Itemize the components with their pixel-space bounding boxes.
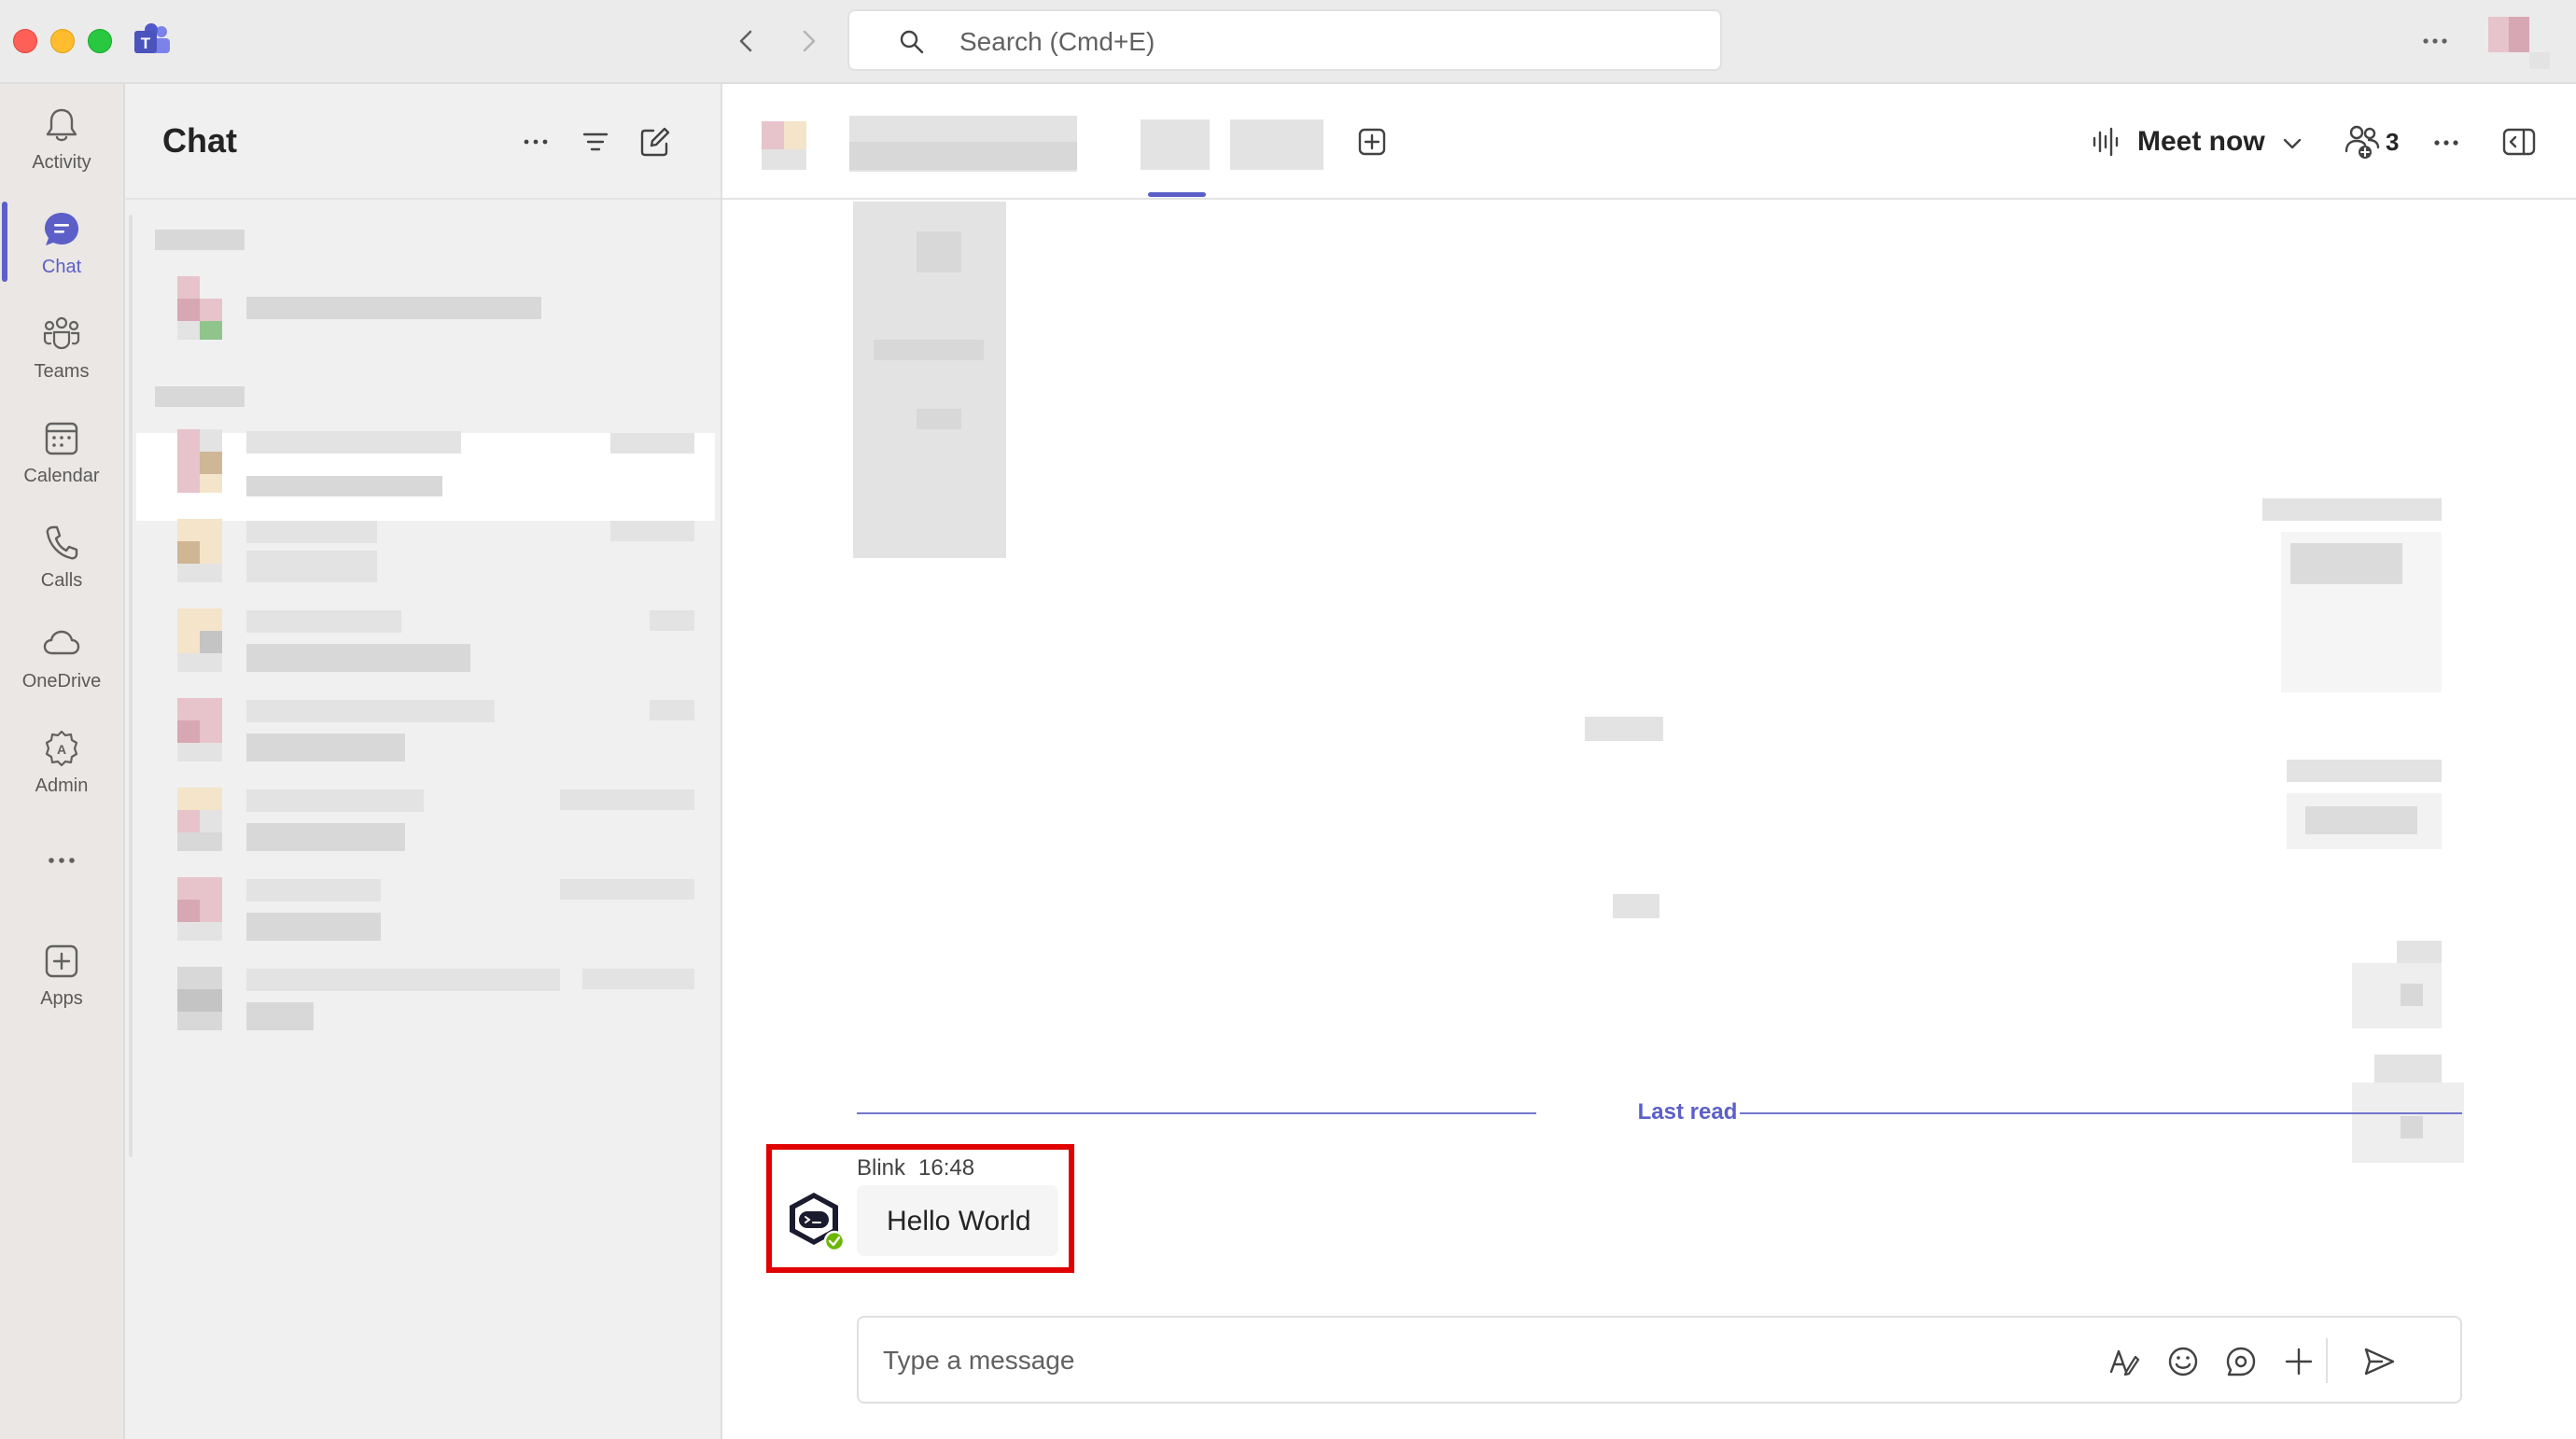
rail-item-admin[interactable]: A Admin <box>0 711 123 814</box>
chat-list-header: Chat <box>125 84 721 200</box>
rail-label-apps: Apps <box>40 988 83 1009</box>
rail-item-chat[interactable]: Chat <box>0 192 123 295</box>
window-zoom-button[interactable] <box>88 29 112 53</box>
chevron-down-icon[interactable] <box>2281 133 2303 155</box>
meet-now-button[interactable]: Meet now <box>2137 125 2265 159</box>
filter-icon[interactable] <box>577 123 614 161</box>
search-icon <box>900 30 924 54</box>
bot-avatar-icon[interactable] <box>782 1189 846 1252</box>
message-text: Hello World <box>887 1206 1031 1236</box>
svg-text:T: T <box>141 35 151 52</box>
teams-logo-icon: T <box>134 23 170 53</box>
chat-icon <box>45 213 78 245</box>
profile-avatar[interactable] <box>2488 17 2550 69</box>
rail-label-teams: Teams <box>34 361 90 382</box>
message-input[interactable] <box>883 1342 2003 1379</box>
phone-icon <box>46 525 78 560</box>
rail-label-calendar: Calendar <box>23 466 100 486</box>
chat-more-options-icon[interactable] <box>517 123 554 161</box>
search-input[interactable]: Search (Cmd+E) <box>847 9 1722 71</box>
message-composer <box>857 1316 2462 1404</box>
cloud-icon <box>43 630 80 655</box>
more-options-icon[interactable] <box>2430 129 2462 157</box>
rail-item-calendar[interactable]: Calendar <box>0 401 123 504</box>
rail-item-calls[interactable]: Calls <box>0 506 123 608</box>
format-icon[interactable] <box>2106 1344 2141 1379</box>
bell-icon <box>46 108 77 142</box>
message-meta: Blink 16:48 <box>857 1155 974 1181</box>
section-label-pinned <box>155 230 245 250</box>
apps-icon <box>45 944 78 978</box>
message-bubble[interactable]: Hello World <box>857 1185 1058 1256</box>
chat-list-scrollbar[interactable] <box>129 215 133 1157</box>
back-arrow-icon[interactable] <box>730 24 763 58</box>
rail-label-chat: Chat <box>41 257 82 277</box>
last-read-divider <box>857 1112 1536 1114</box>
chat-list-title: Chat <box>162 121 237 160</box>
app-rail: Activity Chat Teams Calendar Calls OneDr… <box>0 84 125 1439</box>
window-close-button[interactable] <box>13 29 37 53</box>
forward-arrow-icon[interactable] <box>791 24 825 58</box>
section-label-recent <box>155 386 245 407</box>
rail-label-onedrive: OneDrive <box>21 671 102 692</box>
meet-now-icon <box>2093 127 2119 157</box>
rail-label-admin: Admin <box>35 775 89 796</box>
tab-files[interactable] <box>1230 119 1323 170</box>
rail-label-calls: Calls <box>40 570 83 591</box>
chat-list-pane: Chat <box>125 84 722 1439</box>
window-minimize-button[interactable] <box>50 29 75 53</box>
plus-icon[interactable] <box>2281 1344 2317 1379</box>
more-options-icon[interactable] <box>2421 24 2449 58</box>
svg-text:A: A <box>57 742 66 757</box>
chat-main-pane: Meet now 3 Last read Blink 16:48 Hello W… <box>722 84 2576 1439</box>
side-panel-toggle-icon[interactable] <box>2501 125 2537 159</box>
message-sender[interactable]: Blink <box>857 1155 905 1181</box>
title-bar: T Search (Cmd+E) <box>0 0 2576 84</box>
admin-icon: A <box>45 730 78 767</box>
rail-label-activity: Activity <box>32 152 91 173</box>
calendar-icon <box>45 422 78 455</box>
new-chat-icon[interactable] <box>637 123 674 161</box>
rail-item-onedrive[interactable]: OneDrive <box>0 607 123 709</box>
rail-item-activity[interactable]: Activity <box>0 88 123 190</box>
send-icon[interactable] <box>2361 1344 2397 1379</box>
message-timestamp: 16:48 <box>918 1155 975 1181</box>
rail-item-apps[interactable]: Apps <box>0 924 123 1027</box>
more-icon <box>49 858 75 863</box>
add-tab-icon[interactable] <box>1357 127 1387 157</box>
search-placeholder: Search (Cmd+E) <box>959 27 1155 56</box>
teams-icon <box>43 316 80 350</box>
last-read-label: Last read <box>1637 1099 1738 1125</box>
rail-item-more[interactable] <box>0 823 123 879</box>
rail-item-teams[interactable]: Teams <box>0 297 123 399</box>
participants-icon[interactable] <box>2343 121 2382 161</box>
chat-header: Meet now 3 <box>722 84 2576 200</box>
loop-icon[interactable] <box>2223 1344 2259 1379</box>
composer-divider <box>2326 1338 2328 1383</box>
emoji-icon[interactable] <box>2165 1344 2201 1379</box>
tab-chat[interactable] <box>1141 119 1210 170</box>
active-tab-indicator <box>1148 192 1206 197</box>
participant-count: 3 <box>2386 128 2400 156</box>
last-read-divider <box>1740 1112 2462 1114</box>
